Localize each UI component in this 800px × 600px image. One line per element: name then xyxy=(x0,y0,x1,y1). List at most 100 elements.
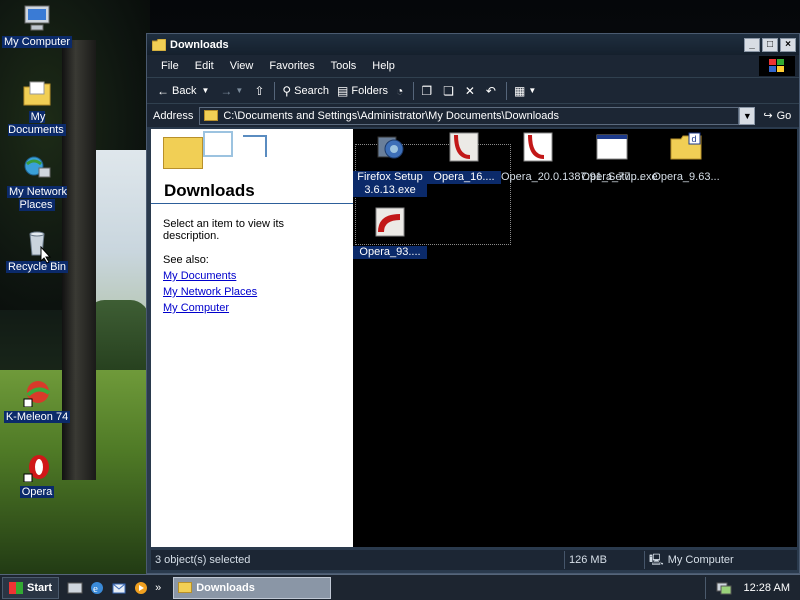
file-list-view[interactable]: Firefox Setup 3.6.13.exe Opera_16.... Op… xyxy=(353,129,797,547)
taskbar-button-downloads[interactable]: Downloads xyxy=(173,576,332,599)
menu-edit[interactable]: Edit xyxy=(187,60,222,72)
desktop-icon-label: Opera xyxy=(19,486,55,498)
address-dropdown-button[interactable]: ▼ xyxy=(739,106,756,125)
executable-window-icon xyxy=(596,134,628,160)
go-button[interactable]: ↪ Go xyxy=(763,109,792,123)
file-item[interactable]: Opera_20.0.1387.91_Setup.exe xyxy=(501,131,658,184)
menu-help[interactable]: Help xyxy=(364,60,403,72)
desktop-icon-my-network-places[interactable]: My Network Places xyxy=(0,152,74,212)
undo-button[interactable]: ↶ xyxy=(482,80,503,102)
network-connection-icon[interactable] xyxy=(716,581,732,595)
undo-icon: ↶ xyxy=(485,83,496,98)
chevron-right-icon[interactable]: » xyxy=(155,582,161,594)
media-player-icon[interactable] xyxy=(133,580,149,596)
folders-label: Folders xyxy=(351,84,389,97)
go-label: Go xyxy=(776,109,792,122)
internet-explorer-icon[interactable]: e xyxy=(89,580,105,596)
move-to-button[interactable]: ❐ xyxy=(417,80,439,102)
menu-view[interactable]: View xyxy=(222,60,262,72)
back-arrow-icon: ← xyxy=(157,83,169,98)
delete-button[interactable]: ✕ xyxy=(461,80,482,102)
menu-tools[interactable]: Tools xyxy=(323,60,365,72)
desktop-icon-label: My Documents xyxy=(8,111,66,136)
menu-file[interactable]: File xyxy=(153,60,187,72)
back-button[interactable]: ← Back ▼ xyxy=(153,80,216,102)
menu-bar: File Edit View Favorites Tools Help xyxy=(147,55,799,77)
file-item[interactable]: Opera_77.... xyxy=(575,131,649,184)
opera-installer-icon xyxy=(375,207,405,237)
opera-icon xyxy=(21,452,53,484)
network-places-icon xyxy=(21,152,53,184)
outlook-express-icon[interactable] xyxy=(111,580,127,596)
up-folder-button[interactable]: ⇧ xyxy=(250,80,271,102)
status-location-label: My Computer xyxy=(667,554,734,566)
taskbar-button-label: Downloads xyxy=(196,581,255,594)
address-input[interactable]: C:\Documents and Settings\Administrator\… xyxy=(199,106,740,125)
description-text: Select an item to view its description. xyxy=(163,218,285,242)
folder-icon: d xyxy=(670,132,702,160)
forward-arrow-icon: → xyxy=(220,83,233,98)
search-label: Search xyxy=(294,84,330,97)
menu-favorites[interactable]: Favorites xyxy=(261,60,322,72)
opera-installer-icon xyxy=(449,132,479,162)
toolbar-separator xyxy=(274,81,276,100)
standard-toolbar: ← Back ▼ → ▼ ⇧ ⚲ Search ▤ Folders ◔ ❐ ❏ … xyxy=(147,77,799,103)
file-item[interactable]: Opera_16.... xyxy=(427,131,501,184)
desktop-icon-recycle-bin[interactable]: Recycle Bin xyxy=(0,227,74,274)
computer-icon xyxy=(21,2,53,34)
desktop-icon-k-meleon[interactable]: K-Meleon 74 xyxy=(0,377,74,424)
link-my-network-places[interactable]: My Network Places xyxy=(163,286,341,298)
desktop-icon-opera[interactable]: Opera xyxy=(0,452,74,499)
file-item[interactable]: Opera_93.... xyxy=(353,206,427,259)
back-label: Back xyxy=(172,84,197,97)
explorer-window[interactable]: Downloads _ □ × File Edit View Favorites… xyxy=(146,33,800,574)
link-my-computer[interactable]: My Computer xyxy=(163,302,341,314)
file-item[interactable]: d Opera_9.63... xyxy=(649,131,723,184)
maximize-button[interactable]: □ xyxy=(762,37,778,52)
folders-button[interactable]: ▤ Folders xyxy=(333,80,392,102)
file-name: Opera_20.0.1387.91_Setup.exe xyxy=(501,171,658,183)
go-arrow-icon: ↪ xyxy=(763,110,773,122)
forward-button[interactable]: → ▼ xyxy=(216,80,250,102)
views-button[interactable]: ▦ ▼ xyxy=(510,80,543,102)
desktop-icon-label: Recycle Bin xyxy=(5,261,69,273)
search-icon: ⚲ xyxy=(282,83,292,98)
window-titlebar[interactable]: Downloads _ □ × xyxy=(147,34,799,55)
copy-to-button[interactable]: ❏ xyxy=(439,80,461,102)
move-to-icon: ❐ xyxy=(421,83,433,98)
status-selection: 3 object(s) selected xyxy=(151,551,565,569)
file-item[interactable]: Firefox Setup 3.6.13.exe xyxy=(353,131,427,197)
copy-to-icon: ❏ xyxy=(443,83,454,98)
start-button[interactable]: Start xyxy=(2,576,60,599)
desktop-icon-label: My Computer xyxy=(1,36,73,48)
start-label: Start xyxy=(27,581,53,594)
status-size: 126 MB xyxy=(565,551,645,569)
show-desktop-icon[interactable] xyxy=(67,580,83,596)
folder-icon xyxy=(178,582,193,593)
svg-text:d: d xyxy=(692,134,697,144)
folder-icon xyxy=(152,38,166,51)
desktop-icon-my-computer[interactable]: My Computer xyxy=(0,2,74,49)
file-name: Opera_16.... xyxy=(427,171,501,184)
clock: 12:28 AM xyxy=(743,581,790,594)
desktop-icon-my-documents[interactable]: My Documents xyxy=(0,77,74,137)
folder-icon xyxy=(204,110,219,121)
window-title: Downloads xyxy=(170,38,229,51)
status-location: 🖳 My Computer xyxy=(645,551,795,569)
link-my-documents[interactable]: My Documents xyxy=(163,270,341,282)
quick-launch: e » xyxy=(67,580,161,596)
desktop-icon-label: K-Meleon 74 xyxy=(3,411,71,423)
close-button[interactable]: × xyxy=(780,37,796,52)
task-pane: Downloads Select an item to view its des… xyxy=(151,129,353,547)
up-folder-icon: ⇧ xyxy=(254,83,265,98)
history-button[interactable]: ◔ xyxy=(392,80,410,102)
task-pane-header: Downloads xyxy=(151,129,353,204)
computer-icon: 🖳 xyxy=(649,553,664,566)
minimize-button[interactable]: _ xyxy=(744,37,760,52)
see-also-label: See also: xyxy=(163,254,209,266)
delete-icon: ✕ xyxy=(464,83,475,98)
windows-logo-icon xyxy=(759,56,795,76)
system-tray: 12:28 AM xyxy=(704,576,800,599)
k-meleon-icon xyxy=(21,377,53,409)
search-button[interactable]: ⚲ Search xyxy=(278,80,333,102)
